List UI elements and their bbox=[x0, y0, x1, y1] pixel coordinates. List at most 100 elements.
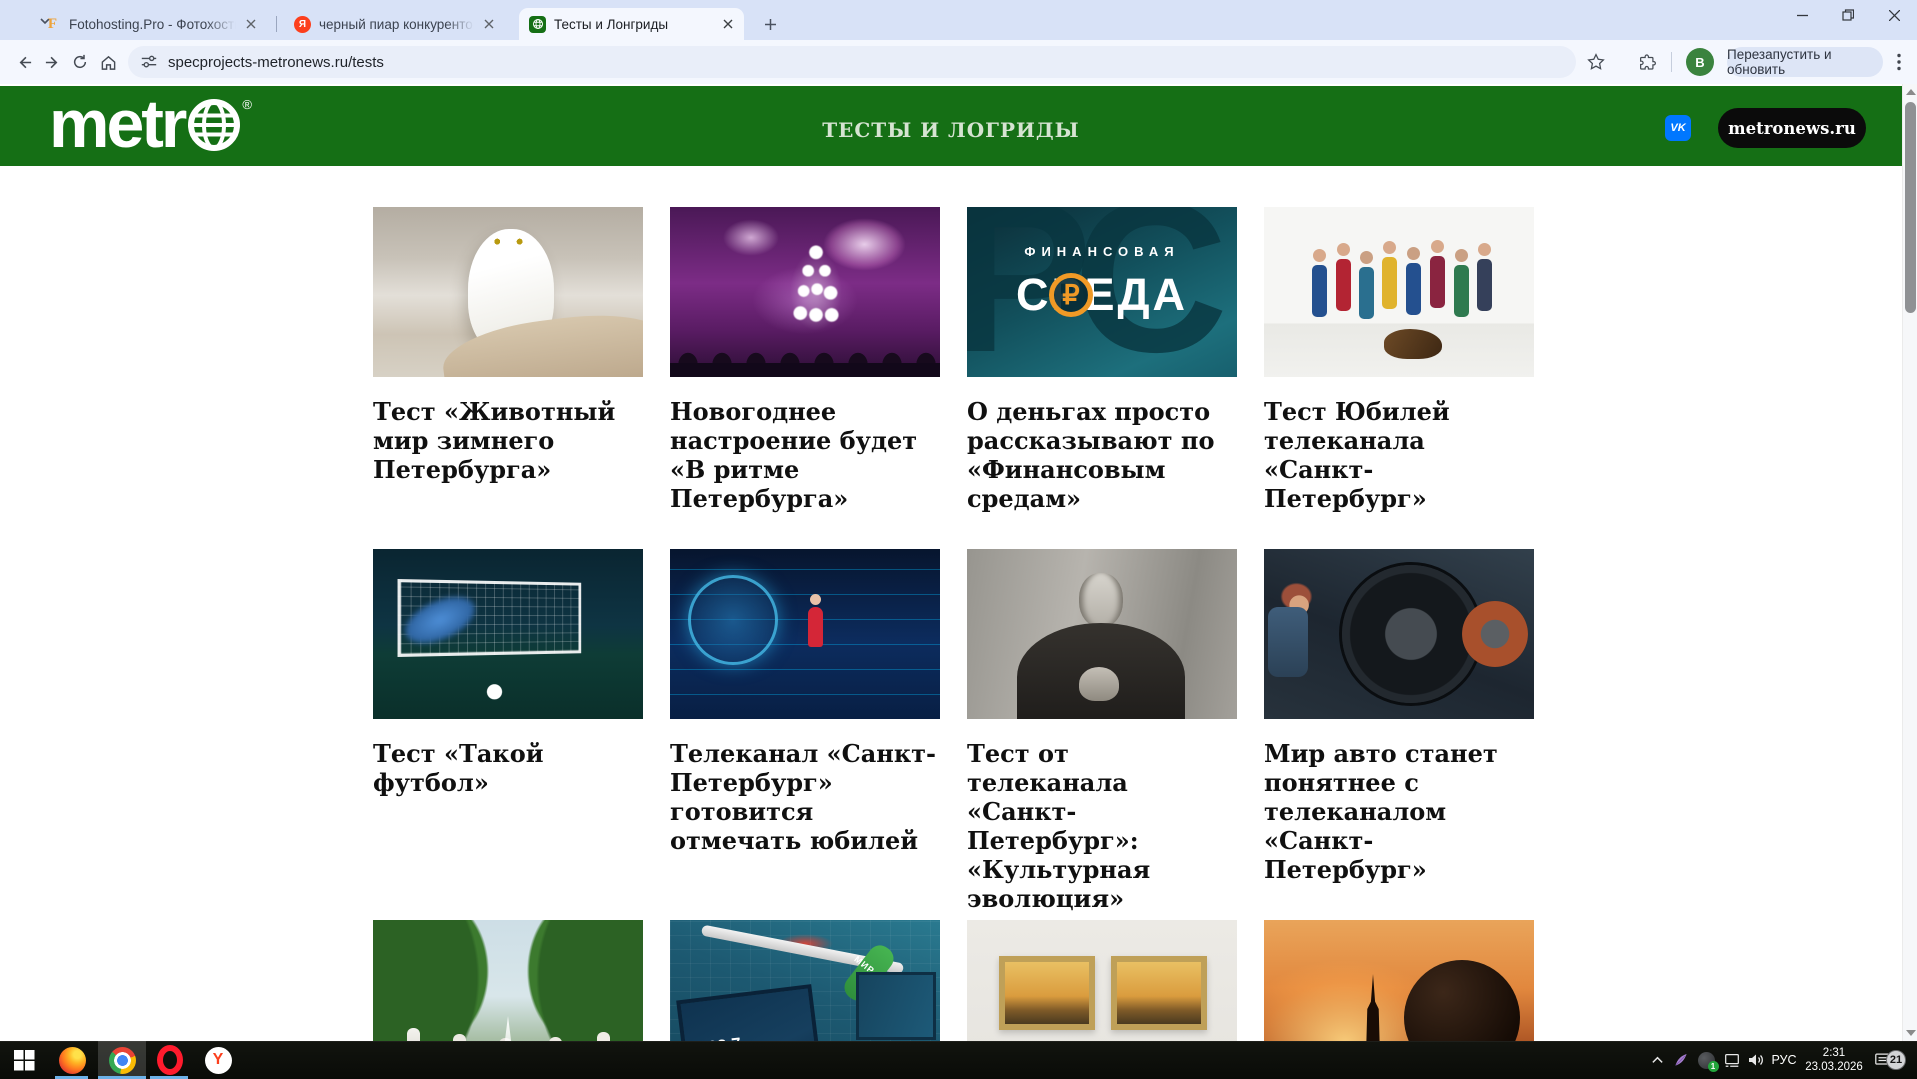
page-viewport: metr ® ТЕСТЫ И ЛОГРИДЫ VK metronews.ru Т… bbox=[0, 84, 1902, 1041]
window-controls bbox=[1779, 0, 1917, 30]
image-decoration bbox=[407, 1028, 420, 1041]
finance-caption-line2: СРЕДА bbox=[1015, 269, 1189, 320]
image-decoration bbox=[1111, 956, 1207, 1030]
browser-titlebar: F Fotohosting.Pro - Фотохостинг Я черный… bbox=[0, 0, 1917, 40]
test-card[interactable] bbox=[1264, 920, 1534, 1041]
card-image[interactable]: РС ФИНАНСОВАЯ СРЕДА ₽ bbox=[967, 207, 1237, 377]
card-image[interactable] bbox=[670, 549, 940, 719]
image-decoration bbox=[1017, 623, 1185, 719]
notification-count-badge: 21 bbox=[1886, 1050, 1906, 1070]
card-image[interactable] bbox=[1264, 549, 1534, 719]
test-card[interactable]: Тест «Такой футбол» bbox=[373, 549, 643, 797]
card-title[interactable]: О деньгах просто рассказывают по «Финанс… bbox=[967, 397, 1237, 513]
address-bar[interactable]: specprojects-metronews.ru/tests bbox=[128, 46, 1576, 78]
scroll-down-arrow-icon[interactable] bbox=[1906, 1030, 1916, 1036]
finance-caption-line1: ФИНАНСОВАЯ bbox=[1024, 244, 1180, 259]
card-image[interactable]: 93.7МИР bbox=[670, 920, 940, 1041]
time-text: 2:31 bbox=[1822, 1047, 1846, 1059]
page-title: ТЕСТЫ И ЛОГРИДЫ bbox=[822, 118, 1080, 142]
three-dots-icon bbox=[1897, 53, 1901, 71]
app-badge-count: 1 bbox=[1707, 1060, 1719, 1072]
taskbar-firefox[interactable] bbox=[52, 1041, 92, 1079]
card-image[interactable] bbox=[373, 920, 643, 1041]
test-card[interactable]: Новогоднее настроение будет «В ритме Пет… bbox=[670, 207, 940, 513]
tab-yandex-search[interactable]: Я черный пиар конкурентов — bbox=[284, 8, 505, 40]
card-title[interactable]: Мир авто станет понятнее с телеканалом «… bbox=[1264, 739, 1534, 884]
relaunch-to-update-button[interactable]: Перезапустить и обновить bbox=[1727, 47, 1883, 77]
network-icon bbox=[1725, 1053, 1739, 1067]
system-clock[interactable]: 2:31 23.03.2026 bbox=[1802, 1041, 1866, 1079]
home-icon bbox=[101, 55, 115, 70]
scrollbar-thumb[interactable] bbox=[1905, 102, 1916, 313]
card-image[interactable] bbox=[1264, 920, 1534, 1041]
card-title[interactable]: Тест «Такой футбол» bbox=[373, 739, 643, 797]
tab-fotohosting[interactable]: F Fotohosting.Pro - Фотохостинг bbox=[34, 8, 267, 40]
plus-icon bbox=[764, 18, 776, 30]
card-image[interactable] bbox=[967, 920, 1237, 1041]
home-button[interactable] bbox=[92, 46, 124, 78]
taskbar-yandex-browser[interactable]: Y bbox=[196, 1041, 240, 1079]
tab-close-icon[interactable] bbox=[719, 16, 736, 33]
test-card[interactable]: Тест Юбилей телеканала «Санкт-Петербург» bbox=[1264, 207, 1534, 513]
tray-app-with-badge[interactable]: 1 bbox=[1694, 1041, 1719, 1079]
card-image[interactable] bbox=[967, 549, 1237, 719]
taskbar-opera[interactable] bbox=[150, 1041, 190, 1079]
image-decoration bbox=[788, 245, 844, 337]
yandex-favicon-icon: Я bbox=[294, 15, 311, 33]
card-image[interactable] bbox=[373, 549, 643, 719]
taskbar-chrome-active[interactable] bbox=[98, 1041, 146, 1079]
image-decoration bbox=[1268, 607, 1308, 677]
tests-grid: Тест «Животный мир зимнего Петербурга» Н… bbox=[373, 207, 1534, 1041]
tray-feather-app[interactable] bbox=[1670, 1041, 1692, 1079]
minimize-button[interactable] bbox=[1779, 0, 1825, 30]
bookmark-button[interactable] bbox=[1584, 50, 1608, 74]
tab-title: Fotohosting.Pro - Фотохостинг bbox=[69, 16, 236, 32]
test-card[interactable] bbox=[373, 920, 643, 1041]
card-title[interactable]: Тест от телеканала «Санкт-Петербург»: «К… bbox=[967, 739, 1237, 913]
browser-menu-button[interactable] bbox=[1887, 50, 1911, 74]
vk-social-button[interactable]: VK bbox=[1665, 115, 1691, 141]
test-card[interactable]: РС ФИНАНСОВАЯ СРЕДА ₽ О деньгах просто расс… bbox=[967, 207, 1237, 513]
card-title[interactable]: Тест «Животный мир зимнего Петербурга» bbox=[373, 397, 643, 484]
start-button[interactable] bbox=[0, 1041, 48, 1079]
star-icon bbox=[1587, 53, 1605, 70]
card-image[interactable] bbox=[373, 207, 643, 377]
image-decoration bbox=[839, 940, 899, 1006]
close-window-button[interactable] bbox=[1871, 0, 1917, 30]
card-title[interactable]: Тест Юбилей телеканала «Санкт-Петербург» bbox=[1264, 397, 1534, 513]
card-title[interactable]: Новогоднее настроение будет «В ритме Пет… bbox=[670, 397, 940, 513]
test-card[interactable]: Мир авто станет понятнее с телеканалом «… bbox=[1264, 549, 1534, 884]
tab-tests-active[interactable]: Тесты и Лонгриды bbox=[519, 8, 744, 40]
image-decoration bbox=[1404, 960, 1520, 1041]
test-card[interactable]: Тест «Животный мир зимнего Петербурга» bbox=[373, 207, 643, 484]
url-text[interactable]: specprojects-metronews.ru/tests bbox=[168, 54, 384, 71]
test-card[interactable]: Телеканал «Санкт-Петербург» готовится от… bbox=[670, 549, 940, 855]
tray-expand-button[interactable] bbox=[1646, 1041, 1668, 1079]
image-decoration bbox=[676, 984, 824, 1041]
extensions-button[interactable] bbox=[1636, 50, 1660, 74]
page-scrollbar[interactable] bbox=[1902, 84, 1917, 1041]
restore-button[interactable] bbox=[1825, 0, 1871, 30]
toolbar-divider bbox=[1671, 52, 1672, 72]
site-header: metr ® ТЕСТЫ И ЛОГРИДЫ VK metronews.ru bbox=[0, 86, 1902, 166]
chrome-icon bbox=[108, 1046, 136, 1074]
new-tab-button[interactable] bbox=[758, 12, 782, 36]
card-title[interactable]: Телеканал «Санкт-Петербург» готовится от… bbox=[670, 739, 940, 855]
cards-row: 93.7МИР bbox=[373, 920, 1534, 1041]
network-status[interactable] bbox=[1720, 1041, 1744, 1079]
profile-avatar[interactable]: B bbox=[1686, 48, 1714, 76]
image-decoration bbox=[999, 956, 1095, 1030]
test-card[interactable] bbox=[967, 920, 1237, 1041]
tab-close-icon[interactable] bbox=[242, 16, 259, 33]
card-image[interactable] bbox=[670, 207, 940, 377]
speaker-icon bbox=[1749, 1054, 1763, 1066]
language-indicator[interactable]: РУС bbox=[1768, 1041, 1800, 1079]
card-image[interactable] bbox=[1264, 207, 1534, 377]
scroll-up-arrow-icon[interactable] bbox=[1906, 89, 1916, 95]
volume-control[interactable] bbox=[1744, 1041, 1768, 1079]
test-card[interactable]: 93.7МИР bbox=[670, 920, 940, 1041]
metronews-link-button[interactable]: metronews.ru bbox=[1718, 108, 1866, 148]
test-card[interactable]: Тест от телеканала «Санкт-Петербург»: «К… bbox=[967, 549, 1237, 913]
tab-close-icon[interactable] bbox=[480, 16, 497, 33]
windows-logo-icon bbox=[13, 1049, 35, 1071]
